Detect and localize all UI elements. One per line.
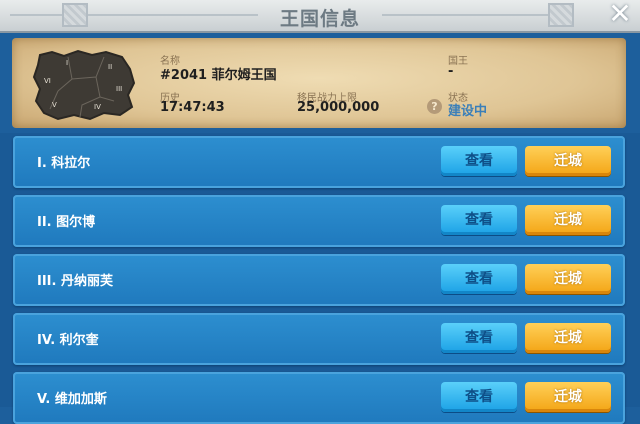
region-name: II. 图尔博 xyxy=(37,215,96,230)
power-cap-value: 25,000,000 xyxy=(297,100,380,115)
map-label-i: I xyxy=(66,59,68,67)
relocate-button[interactable]: 迁城 xyxy=(525,205,611,235)
status-value: 建设中 xyxy=(448,104,488,119)
view-button[interactable]: 查看 xyxy=(441,382,517,412)
region-name: III. 丹纳丽芙 xyxy=(37,274,113,289)
view-button[interactable]: 查看 xyxy=(441,205,517,235)
title-ornament-right xyxy=(548,3,574,27)
close-icon[interactable]: ✕ xyxy=(606,0,634,29)
map-label-v: V xyxy=(52,101,57,109)
region-name: V. 维加加斯 xyxy=(37,392,107,407)
help-icon[interactable]: ? xyxy=(427,99,442,114)
region-row: IV. 利尔奎 查看 迁城 xyxy=(13,313,625,365)
region-name: I. 科拉尔 xyxy=(37,156,91,171)
region-list: I. 科拉尔 查看 迁城 II. 图尔博 查看 迁城 III. 丹纳丽芙 查看 … xyxy=(0,133,640,424)
kingdom-map: I II III IV V VI xyxy=(32,49,136,121)
relocate-button[interactable]: 迁城 xyxy=(525,323,611,353)
kingdom-name: #2041 菲尔姆王国 xyxy=(160,68,277,83)
map-label-vi: VI xyxy=(44,77,51,85)
relocate-button[interactable]: 迁城 xyxy=(525,382,611,412)
view-button[interactable]: 查看 xyxy=(441,264,517,294)
map-label-ii: II xyxy=(108,63,112,71)
map-label-iii: III xyxy=(116,85,122,93)
map-label-iv: IV xyxy=(94,103,101,111)
king-value: - xyxy=(448,64,454,79)
region-name: IV. 利尔奎 xyxy=(37,333,99,348)
title-bar: 王国信息 xyxy=(0,0,640,33)
view-button[interactable]: 查看 xyxy=(441,323,517,353)
relocate-button[interactable]: 迁城 xyxy=(525,146,611,176)
region-row: III. 丹纳丽芙 查看 迁城 xyxy=(13,254,625,306)
window-title: 王国信息 xyxy=(279,8,360,30)
region-row: V. 维加加斯 查看 迁城 xyxy=(13,372,625,424)
history-value: 17:47:43 xyxy=(160,100,225,115)
relocate-button[interactable]: 迁城 xyxy=(525,264,611,294)
region-row: I. 科拉尔 查看 迁城 xyxy=(13,136,625,188)
title-ornament-line xyxy=(382,14,548,16)
region-row: II. 图尔博 查看 迁城 xyxy=(13,195,625,247)
view-button[interactable]: 查看 xyxy=(441,146,517,176)
